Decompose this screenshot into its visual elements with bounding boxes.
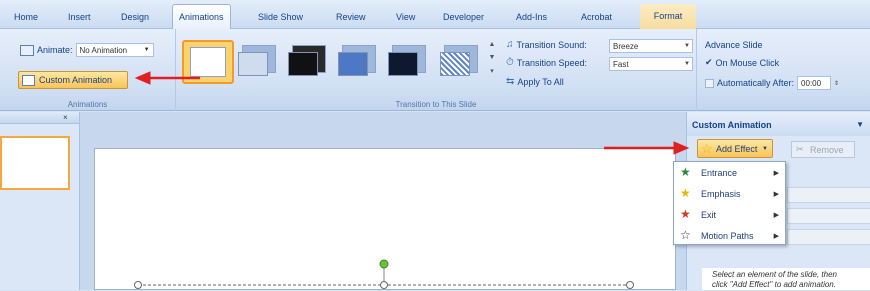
menu-item-motion-paths[interactable]: ☆ Motion Paths ▶ xyxy=(674,225,787,246)
pane-options-icon[interactable]: ▼ xyxy=(856,120,864,129)
tab-home[interactable]: Home xyxy=(14,9,38,29)
transition-dissolve[interactable] xyxy=(440,42,482,82)
tab-developer[interactable]: Developer xyxy=(443,9,484,29)
tab-animations[interactable]: Animations xyxy=(172,4,231,30)
animate-dropdown[interactable]: No Animation ▼ xyxy=(75,43,154,57)
animations-group: Animate: No Animation ▼ Custom Animation … xyxy=(0,29,176,111)
tab-insert[interactable]: Insert xyxy=(68,9,91,29)
transition-speed-label: Transition Speed: xyxy=(516,57,588,68)
add-effect-star-icon: ☆ xyxy=(701,141,713,156)
animations-group-label: Animations xyxy=(67,100,108,109)
transition-speed-row: ⏱ Transition Speed: xyxy=(506,57,587,68)
modify-speed-field xyxy=(787,229,870,245)
apply-to-all-button[interactable]: ⇆ Apply To All xyxy=(506,76,564,87)
add-effect-label: Add Effect xyxy=(716,143,758,154)
slides-pane-header: × xyxy=(0,112,79,124)
remove-label: Remove xyxy=(810,144,844,155)
automatically-after-time-input[interactable]: 00:00 xyxy=(797,76,832,90)
transition-fade[interactable] xyxy=(238,42,280,82)
tab-slide-show[interactable]: Slide Show xyxy=(258,9,303,29)
slides-pane: × xyxy=(0,112,80,290)
resize-handle xyxy=(380,281,388,289)
transition-group: ▲ ▼ ▾ ♫ Transition Sound: Breeze ▼ ⏱ Tran… xyxy=(176,29,697,111)
animate-row: Animate: No Animation ▼ xyxy=(20,43,154,57)
automatically-after-checkbox[interactable]: Automatically After: 00:00 ⇕ xyxy=(705,76,839,90)
menu-item-exit[interactable]: ★ Exit ▶ xyxy=(674,204,787,225)
modify-start-field xyxy=(787,187,870,203)
remove-button[interactable]: ✂ Remove xyxy=(791,141,855,158)
tab-review[interactable]: Review xyxy=(336,9,366,29)
slide-canvas[interactable] xyxy=(94,148,676,290)
transition-gallery-scroll[interactable]: ▲ ▼ ▾ xyxy=(487,41,497,85)
close-icon[interactable]: × xyxy=(63,113,68,122)
transition-cut[interactable] xyxy=(338,42,380,82)
pane-title: Custom Animation xyxy=(687,112,870,136)
sound-icon: ♫ xyxy=(506,39,514,50)
entrance-star-icon: ★ xyxy=(680,165,691,179)
chevron-down-icon: ▼ xyxy=(684,61,690,67)
transition-fade-black[interactable] xyxy=(288,42,330,82)
tab-format[interactable]: Format xyxy=(640,4,696,30)
custom-animation-icon xyxy=(22,75,35,86)
resize-handle xyxy=(626,281,634,289)
scroll-down-icon[interactable]: ▼ xyxy=(489,54,496,61)
gallery-more-icon[interactable]: ▾ xyxy=(490,67,494,75)
custom-animation-label: Custom Animation xyxy=(39,75,113,85)
advance-slide-title: Advance Slide xyxy=(705,40,763,50)
chevron-down-icon: ▼ xyxy=(762,145,768,152)
emphasis-star-icon: ★ xyxy=(680,186,691,200)
chevron-down-icon: ▼ xyxy=(143,47,150,53)
on-mouse-click-label: On Mouse Click xyxy=(715,57,780,68)
on-mouse-click-checkbox[interactable]: ✔ On Mouse Click xyxy=(705,57,779,68)
title-placeholder[interactable] xyxy=(95,149,677,291)
transition-sound-label: Transition Sound: xyxy=(516,39,587,50)
speed-icon: ⏱ xyxy=(506,57,514,68)
scroll-up-icon[interactable]: ▲ xyxy=(489,41,496,48)
transition-sound-dropdown[interactable]: Breeze ▼ xyxy=(609,39,693,53)
menu-item-emphasis[interactable]: ★ Emphasis ▶ xyxy=(674,183,787,204)
custom-animation-button[interactable]: Custom Animation xyxy=(18,71,128,89)
resize-handle xyxy=(134,281,142,289)
checkbox-checked-icon: ✔ xyxy=(705,57,713,67)
animate-icon xyxy=(20,44,34,56)
pane-hint-text: Select an element of the slide, then cli… xyxy=(702,268,870,290)
transition-speed-dropdown[interactable]: Fast ▼ xyxy=(609,57,693,71)
transition-group-label: Transition to This Slide xyxy=(395,100,477,109)
submenu-arrow-icon: ▶ xyxy=(773,232,779,240)
tab-view[interactable]: View xyxy=(396,9,415,29)
add-effect-menu: ★ Entrance ▶ ★ Emphasis ▶ ★ Exit ▶ ☆ Motion… xyxy=(673,161,786,245)
submenu-arrow-icon: ▶ xyxy=(773,169,779,177)
apply-to-all-label: Apply To All xyxy=(517,76,564,87)
transition-sound-row: ♫ Transition Sound: xyxy=(506,39,587,50)
modify-property-field xyxy=(787,208,870,224)
automatically-after-label: Automatically After: xyxy=(717,78,795,88)
ribbon-tab-bar: Home Insert Design Animations Slide Show… xyxy=(0,0,870,30)
submenu-arrow-icon: ▶ xyxy=(773,211,779,219)
apply-all-icon: ⇆ xyxy=(506,76,515,87)
ribbon: Animate: No Animation ▼ Custom Animation … xyxy=(0,29,870,111)
menu-item-entrance[interactable]: ★ Entrance ▶ xyxy=(674,162,787,183)
tab-acrobat[interactable]: Acrobat xyxy=(581,9,612,29)
motion-path-star-icon: ☆ xyxy=(680,228,691,242)
tab-add-ins[interactable]: Add-Ins xyxy=(516,9,547,29)
rotation-handle-icon xyxy=(379,259,389,269)
submenu-arrow-icon: ▶ xyxy=(773,190,779,198)
advance-slide-group: Advance Slide ✔ On Mouse Click Automatic… xyxy=(697,29,870,111)
animate-label: Animate: xyxy=(37,45,73,55)
exit-star-icon: ★ xyxy=(680,207,691,221)
remove-icon: ✂ xyxy=(796,144,804,154)
transition-no-transition[interactable] xyxy=(182,40,234,84)
chevron-down-icon: ▼ xyxy=(684,43,690,49)
checkbox-unchecked-icon xyxy=(705,78,714,88)
add-effect-button[interactable]: ☆ Add Effect ▼ xyxy=(697,139,773,158)
time-spinner-icon[interactable]: ⇕ xyxy=(834,80,839,87)
tab-design[interactable]: Design xyxy=(121,9,149,29)
slide-thumbnail-1[interactable] xyxy=(0,136,70,190)
transition-cut-black[interactable] xyxy=(388,42,430,82)
